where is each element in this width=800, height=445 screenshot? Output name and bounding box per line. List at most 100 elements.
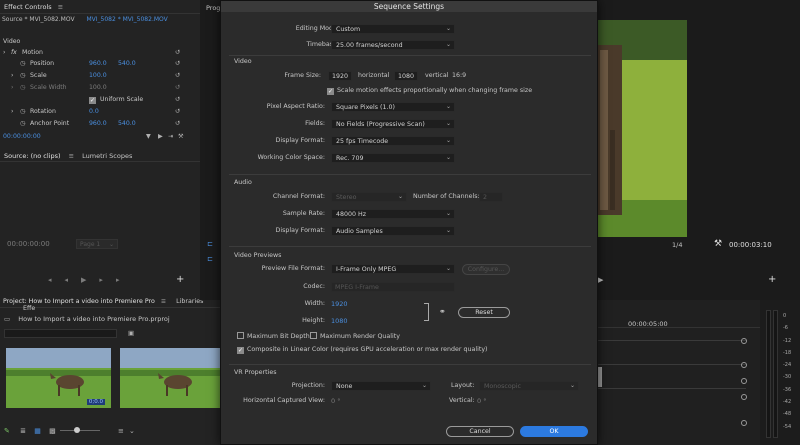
zoom-level[interactable]: 1/4	[672, 241, 682, 249]
maximum-render-quality-checkbox[interactable]: Maximum Render Quality	[310, 332, 400, 340]
reset-icon[interactable]: ↺	[175, 49, 180, 56]
new-bin-icon[interactable]: ▣	[128, 329, 134, 337]
composite-linear-color-checkbox[interactable]: ✓ Composite in Linear Color (requires GPU…	[237, 346, 488, 354]
rewind-icon[interactable]: ◂	[65, 276, 82, 284]
hamburger-icon[interactable]: ≡	[161, 298, 166, 305]
frame-width-input[interactable]: 1920	[328, 71, 352, 81]
track-scroll-handle[interactable]	[741, 338, 747, 344]
maximum-bit-depth-checkbox[interactable]: Maximum Bit Depth	[237, 332, 310, 340]
freeform-view-icon[interactable]: ▩	[49, 427, 56, 435]
pencil-icon[interactable]: ✎	[4, 427, 10, 435]
program-mark-icon[interactable]: ⊏	[207, 255, 213, 263]
program-play-icon[interactable]: ▶	[598, 276, 603, 284]
sort-icon[interactable]: ≡	[118, 427, 124, 435]
chevron-down-icon[interactable]: ⌄	[129, 427, 135, 435]
position-y[interactable]: 540.0	[118, 60, 136, 67]
expand-arrow-icon[interactable]: ›	[11, 108, 13, 115]
scale-value[interactable]: 100.0	[89, 72, 107, 79]
anchor-x[interactable]: 960.0	[89, 120, 107, 127]
clip-thumbnail-1[interactable]: 0;0.0	[6, 348, 111, 408]
cancel-button[interactable]: Cancel	[446, 426, 514, 437]
hamburger-icon[interactable]: ≡	[58, 3, 63, 11]
step-forward-icon[interactable]: ▸	[116, 276, 133, 284]
project-file-name[interactable]: How to Import a video into Premiere Pro.…	[18, 315, 169, 323]
source-tab[interactable]: Source: (no clips)	[4, 152, 61, 160]
stopwatch-icon[interactable]: ◷	[20, 120, 25, 127]
working-color-space-select[interactable]: Rec. 709 ⌄	[331, 153, 455, 163]
play-only-icon[interactable]: ▶	[158, 133, 163, 140]
wrench-icon[interactable]: ⚒	[714, 239, 722, 249]
filter-icon[interactable]: ▼	[146, 133, 151, 140]
stopwatch-icon[interactable]: ◷	[20, 72, 25, 79]
wrench-icon[interactable]: ⚒	[178, 133, 184, 140]
track-scroll-handle[interactable]	[741, 362, 747, 368]
frame-height-input[interactable]: 1080	[394, 71, 418, 81]
rotation-value[interactable]: 0.0	[89, 108, 99, 115]
stopwatch-icon[interactable]: ◷	[20, 60, 25, 67]
source-timecode[interactable]: 00:00:00:00	[7, 240, 50, 248]
effects-tab[interactable]: Effe	[23, 305, 35, 312]
audio-display-format-select[interactable]: Audio Samples ⌄	[331, 226, 455, 236]
layout-select[interactable]: Monoscopic ⌄	[479, 381, 579, 391]
reset-button[interactable]: Reset	[458, 307, 510, 318]
hamburger-icon[interactable]: ≡	[69, 152, 74, 160]
number-of-channels-input[interactable]: 2	[479, 192, 503, 202]
program-timecode[interactable]: 00:00:03:10	[729, 241, 772, 249]
projection-select[interactable]: None ⌄	[331, 381, 431, 391]
configure-button[interactable]: Configure...	[462, 264, 510, 275]
link-icon[interactable]: ⚭	[439, 307, 446, 316]
expand-arrow-icon[interactable]: ›	[11, 84, 13, 91]
zoom-slider-handle[interactable]	[74, 427, 80, 433]
effect-controls-timecode[interactable]: 00:00:00:00	[3, 133, 41, 140]
reset-icon[interactable]: ↺	[175, 96, 180, 103]
horizontal-captured-view-value[interactable]: 0 °	[331, 397, 340, 405]
editing-mode-select[interactable]: Custom ⌄	[331, 24, 455, 34]
reset-icon[interactable]: ↺	[175, 108, 180, 115]
reset-icon[interactable]: ↺	[175, 60, 180, 67]
play-icon[interactable]: ▶	[81, 276, 99, 284]
forward-icon[interactable]: ▸	[99, 276, 116, 284]
source-clip-label[interactable]: Source * MVI_5082.MOV	[2, 16, 75, 23]
expand-arrow-icon[interactable]: ›	[11, 72, 13, 79]
track-scroll-handle[interactable]	[741, 394, 747, 400]
ok-button[interactable]: OK	[520, 426, 588, 437]
display-format-select[interactable]: 25 fps Timecode ⌄	[331, 136, 455, 146]
effect-controls-tab[interactable]: Effect Controls	[4, 3, 52, 11]
add-button-icon[interactable]: +	[768, 274, 776, 285]
reset-icon[interactable]: ↺	[175, 72, 180, 79]
project-search-input[interactable]	[4, 329, 117, 338]
step-back-icon[interactable]: ◂	[48, 276, 65, 284]
uniform-scale-checkbox[interactable]: ✓	[89, 96, 99, 104]
scale-motion-checkbox[interactable]: ✓ Scale motion effects proportionally whe…	[327, 87, 532, 95]
preview-file-format-select[interactable]: I-Frame Only MPEG ⌄	[331, 264, 455, 274]
program-tab[interactable]: Prog	[206, 4, 220, 12]
icon-view-icon[interactable]: ▦	[34, 427, 41, 435]
list-view-icon[interactable]: ≣	[20, 427, 26, 435]
timebase-select[interactable]: 25.00 frames/second ⌄	[331, 40, 455, 50]
page-dropdown[interactable]: Page 1 ⌄	[76, 239, 118, 249]
timeline-ruler[interactable]	[596, 318, 760, 328]
sample-rate-select[interactable]: 48000 Hz ⌄	[331, 209, 455, 219]
track-scroll-handle[interactable]	[741, 420, 747, 426]
track-scroll-handle[interactable]	[741, 378, 747, 384]
preview-height-value[interactable]: 1080	[331, 317, 348, 325]
project-tab[interactable]: Project: How to Import a video into Prem…	[3, 298, 155, 305]
add-button-icon[interactable]: +	[176, 274, 184, 285]
export-icon[interactable]: ⇥	[168, 133, 173, 140]
channel-format-select[interactable]: Stereo ⌄	[331, 192, 407, 202]
anchor-y[interactable]: 540.0	[118, 120, 136, 127]
stopwatch-icon[interactable]: ◷	[20, 108, 25, 115]
pixel-aspect-ratio-select[interactable]: Square Pixels (1.0) ⌄	[331, 102, 455, 112]
reset-icon[interactable]: ↺	[175, 120, 180, 127]
fields-select[interactable]: No Fields (Progressive Scan) ⌄	[331, 119, 455, 129]
vertical-view-value[interactable]: 0 °	[477, 397, 486, 405]
clip-thumbnail-2[interactable]	[120, 348, 220, 408]
sequence-clip-label[interactable]: MVI_5082 * MVI_5082.MOV	[86, 16, 167, 23]
preview-width-value[interactable]: 1920	[331, 300, 348, 308]
program-marker-icon[interactable]: ⊏	[207, 240, 213, 248]
position-x[interactable]: 960.0	[89, 60, 107, 67]
lumetri-scopes-tab[interactable]: Lumetri Scopes	[82, 152, 132, 160]
zoom-slider[interactable]	[60, 430, 100, 431]
motion-row[interactable]: › fx Motion ↺	[0, 49, 200, 60]
expand-arrow-icon[interactable]: ›	[3, 49, 5, 56]
